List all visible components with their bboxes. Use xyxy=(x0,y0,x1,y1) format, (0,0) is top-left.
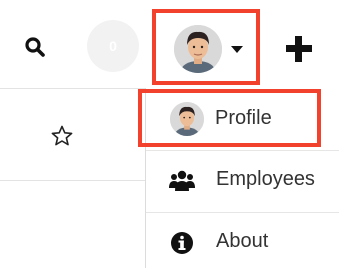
star-icon[interactable] xyxy=(50,124,74,148)
menu-item-label: Employees xyxy=(216,168,315,190)
caret-down-icon xyxy=(231,46,243,53)
user-dropdown-menu: Profile Employees About xyxy=(138,88,339,268)
menu-item-label: Profile xyxy=(215,107,272,129)
list-row-divider xyxy=(0,180,145,181)
top-navbar: 0 xyxy=(0,0,339,89)
menu-item-employees[interactable]: Employees xyxy=(146,151,339,211)
user-avatar xyxy=(174,25,222,73)
user-menu-button[interactable] xyxy=(152,9,260,85)
user-avatar xyxy=(170,102,204,136)
users-icon xyxy=(168,167,196,195)
info-icon xyxy=(168,229,196,257)
search-icon[interactable] xyxy=(24,36,46,58)
create-plus-icon[interactable] xyxy=(283,33,315,65)
menu-item-label: About xyxy=(216,230,269,252)
menu-item-profile[interactable]: Profile xyxy=(138,88,339,148)
notification-count-badge[interactable]: 0 xyxy=(87,20,139,72)
menu-item-about[interactable]: About xyxy=(146,213,339,273)
